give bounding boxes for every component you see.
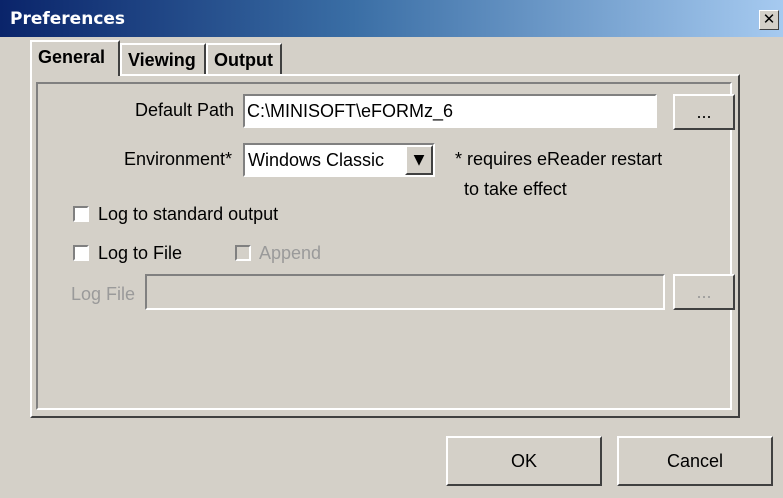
close-icon[interactable]: ✕	[759, 10, 779, 30]
log-file-field[interactable]	[145, 274, 665, 310]
append-label: Append	[259, 243, 322, 263]
default-path-field[interactable]: C:\MINISOFT\eFORMz_6	[243, 94, 657, 128]
default-path-label: Default Path	[135, 100, 235, 120]
log-file-label: Log to File	[98, 243, 183, 263]
window-title: Preferences	[10, 9, 126, 29]
log-stdout-label: Log to standard output	[98, 204, 279, 224]
preferences-dialog: Preferences ✕ General Viewing Output Def…	[0, 0, 783, 498]
chevron-down-icon[interactable]: ▼	[405, 145, 433, 175]
tab-general[interactable]: General	[30, 40, 120, 76]
environment-note: * requires eReader restart	[455, 149, 663, 169]
tab-viewing[interactable]: Viewing	[120, 43, 206, 74]
environment-value: Windows Classic	[248, 150, 385, 170]
ok-button[interactable]: OK	[446, 436, 602, 486]
append-checkbox[interactable]	[235, 245, 251, 261]
log-file-browse-button[interactable]: ...	[673, 274, 735, 310]
log-file-field-label: Log File	[71, 284, 136, 304]
environment-select[interactable]: Windows Classic ▼	[243, 143, 435, 177]
tab-output[interactable]: Output	[206, 43, 282, 74]
cancel-button[interactable]: Cancel	[617, 436, 773, 486]
default-path-browse-button[interactable]: ...	[673, 94, 735, 130]
environment-label: Environment*	[124, 149, 233, 169]
title-bar[interactable]: Preferences ✕	[0, 0, 783, 37]
log-file-checkbox[interactable]	[73, 245, 89, 261]
log-stdout-checkbox[interactable]	[73, 206, 89, 222]
environment-note-cont: to take effect	[464, 179, 567, 199]
